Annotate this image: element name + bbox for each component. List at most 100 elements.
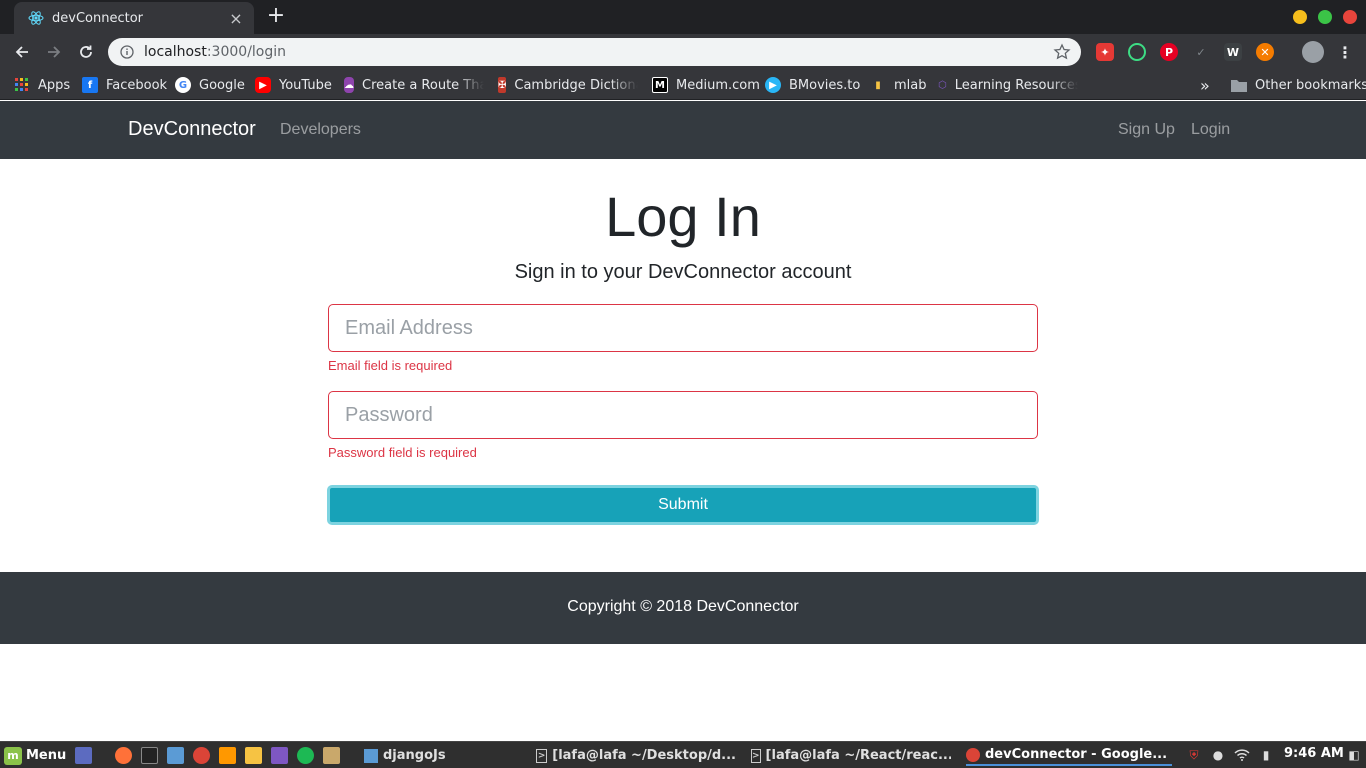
close-window-button[interactable] [1343,10,1357,24]
reload-icon [80,45,92,58]
bookmark-bmovies[interactable]: ▶ BMovies.to [765,76,860,94]
bookmark-label: Medium.com [676,77,760,93]
task-terminal-desktop[interactable]: > [lafa@lafa ~/Desktop/d... [536,745,736,766]
notes-launcher-icon[interactable] [245,747,262,764]
show-desktop-icon[interactable] [75,747,92,764]
forward-button[interactable] [42,40,66,64]
task-label: [lafa@lafa ~/React/reac... [765,748,951,763]
bookmark-mlab[interactable]: ▮ mlab [870,76,927,94]
other-bookmarks[interactable]: Other bookmarks [1231,76,1366,94]
browser-menu-icon[interactable]: ⋮ [1336,43,1354,62]
site-navbar: DevConnector Developers Sign Up Login [0,101,1366,159]
extension-target-icon[interactable] [1128,43,1146,61]
extension-orange-icon[interactable]: ✕ [1256,43,1274,61]
bookmark-medium[interactable]: M Medium.com [652,76,760,94]
task-label: djangoJs [383,748,446,763]
bookmark-learning-resources[interactable]: ⬡ Learning Resources [938,76,1082,94]
sublime-launcher-icon[interactable] [219,747,236,764]
minimize-button[interactable] [1293,10,1307,24]
start-menu-label: Menu [26,748,67,763]
pinterest-icon[interactable]: P [1160,43,1178,61]
task-label: [lafa@lafa ~/Desktop/d... [552,748,736,763]
bookmark-star-icon[interactable] [1053,43,1071,65]
profile-avatar[interactable] [1302,41,1324,63]
bookmark-google[interactable]: G Google [175,76,245,94]
bookmark-cambridge[interactable]: ✠ Cambridge Dictiona [498,76,644,94]
mlab-icon: ▮ [875,79,881,91]
play-icon: ▶ [765,77,781,93]
firefox-icon[interactable] [115,747,132,764]
google-icon: G [175,77,191,93]
bookmarks-bar: Apps f Facebook G Google ▶ YouTube ☁ Cre… [0,70,1366,100]
facebook-icon: f [82,77,98,93]
email-error-message: Email field is required [328,358,453,373]
terminal-launcher-icon[interactable] [141,747,158,764]
copyright-text: Copyright © 2018 DevConnector [567,598,799,615]
maximize-button[interactable] [1318,10,1332,24]
task-label: devConnector - Google... [985,747,1168,762]
bookmark-create-route[interactable]: ☁ Create a Route That [344,76,493,94]
bookmark-label: Create a Route That [362,77,493,93]
extension-dark-icon[interactable]: W [1224,43,1242,61]
back-arrow-icon [15,46,28,58]
nav-developers-link[interactable]: Developers [280,121,361,139]
wifi-icon[interactable] [1234,747,1250,763]
bookmark-youtube[interactable]: ▶ YouTube [255,76,332,94]
browser-tab[interactable]: devConnector × [14,2,254,34]
battery-icon[interactable]: ▮ [1258,747,1274,763]
image-viewer-launcher-icon[interactable] [323,747,340,764]
notifications-icon[interactable]: ◧ [1346,747,1362,763]
chrome-launcher-icon[interactable] [193,747,210,764]
user-icon[interactable]: ● [1210,747,1226,763]
mint-logo-icon: m [4,746,22,765]
bookmark-label: Google [199,77,245,93]
checkmark-icon[interactable]: ✓ [1192,43,1210,61]
browser-toolbar: localhost:3000/login ✦ P ✓ W ✕ ⋮ [0,34,1366,70]
bookmark-label: YouTube [279,77,332,93]
bookmark-label: Facebook [106,77,168,93]
password-error-message: Password field is required [328,445,477,460]
new-tab-button[interactable]: + [264,5,288,29]
folder-icon [364,748,378,763]
react-icon [28,10,44,26]
task-chrome[interactable]: devConnector - Google... [966,745,1172,766]
tab-title: devConnector [52,10,143,26]
bookmark-label: mlab [894,77,927,93]
task-terminal-react[interactable]: > [lafa@lafa ~/React/reac... [751,745,951,766]
os-taskbar: m Menu djangoJs > [lafa@lafa ~/Desktop/d… [0,741,1366,768]
password-field[interactable] [328,391,1038,439]
folder-icon [1231,77,1247,93]
browser-tab-strip: devConnector × + [0,0,1366,34]
graphql-icon: ⬡ [938,79,947,91]
clock[interactable]: 9:46 AM [1284,746,1344,761]
email-field[interactable] [328,304,1038,352]
spotify-launcher-icon[interactable] [297,747,314,764]
url-path: :3000/login [206,44,287,60]
chrome-icon [966,747,980,762]
bookmark-facebook[interactable]: f Facebook [82,76,167,94]
brand-link[interactable]: DevConnector [128,118,256,141]
address-bar[interactable]: localhost:3000/login [108,38,1081,66]
extension-red-icon[interactable]: ✦ [1096,43,1114,61]
task-djangojs[interactable]: djangoJs [364,745,514,766]
nav-signup-link[interactable]: Sign Up [1118,121,1175,139]
start-menu-button[interactable]: m Menu [4,745,66,766]
forward-arrow-icon [48,46,61,58]
back-button[interactable] [10,40,34,64]
shield-icon[interactable]: ⛨ [1186,747,1202,763]
submit-button[interactable]: Submit [327,485,1039,525]
site-footer: Copyright © 2018 DevConnector [0,572,1366,644]
terminal-icon: > [751,748,761,763]
medium-icon: M [652,77,668,93]
bookmarks-overflow-button[interactable]: » [1200,76,1210,95]
tab-close-icon[interactable]: × [228,9,244,28]
bookmark-label: BMovies.to [789,77,861,93]
files-launcher-icon[interactable] [167,747,184,764]
reload-button[interactable] [74,40,98,64]
media-launcher-icon[interactable] [271,747,288,764]
page-title: Log In [605,185,761,248]
bookmark-apps[interactable]: Apps [14,76,70,94]
bookmark-label: Cambridge Dictiona [514,77,644,93]
nav-login-link[interactable]: Login [1191,121,1230,139]
other-bookmarks-label: Other bookmarks [1255,77,1366,93]
